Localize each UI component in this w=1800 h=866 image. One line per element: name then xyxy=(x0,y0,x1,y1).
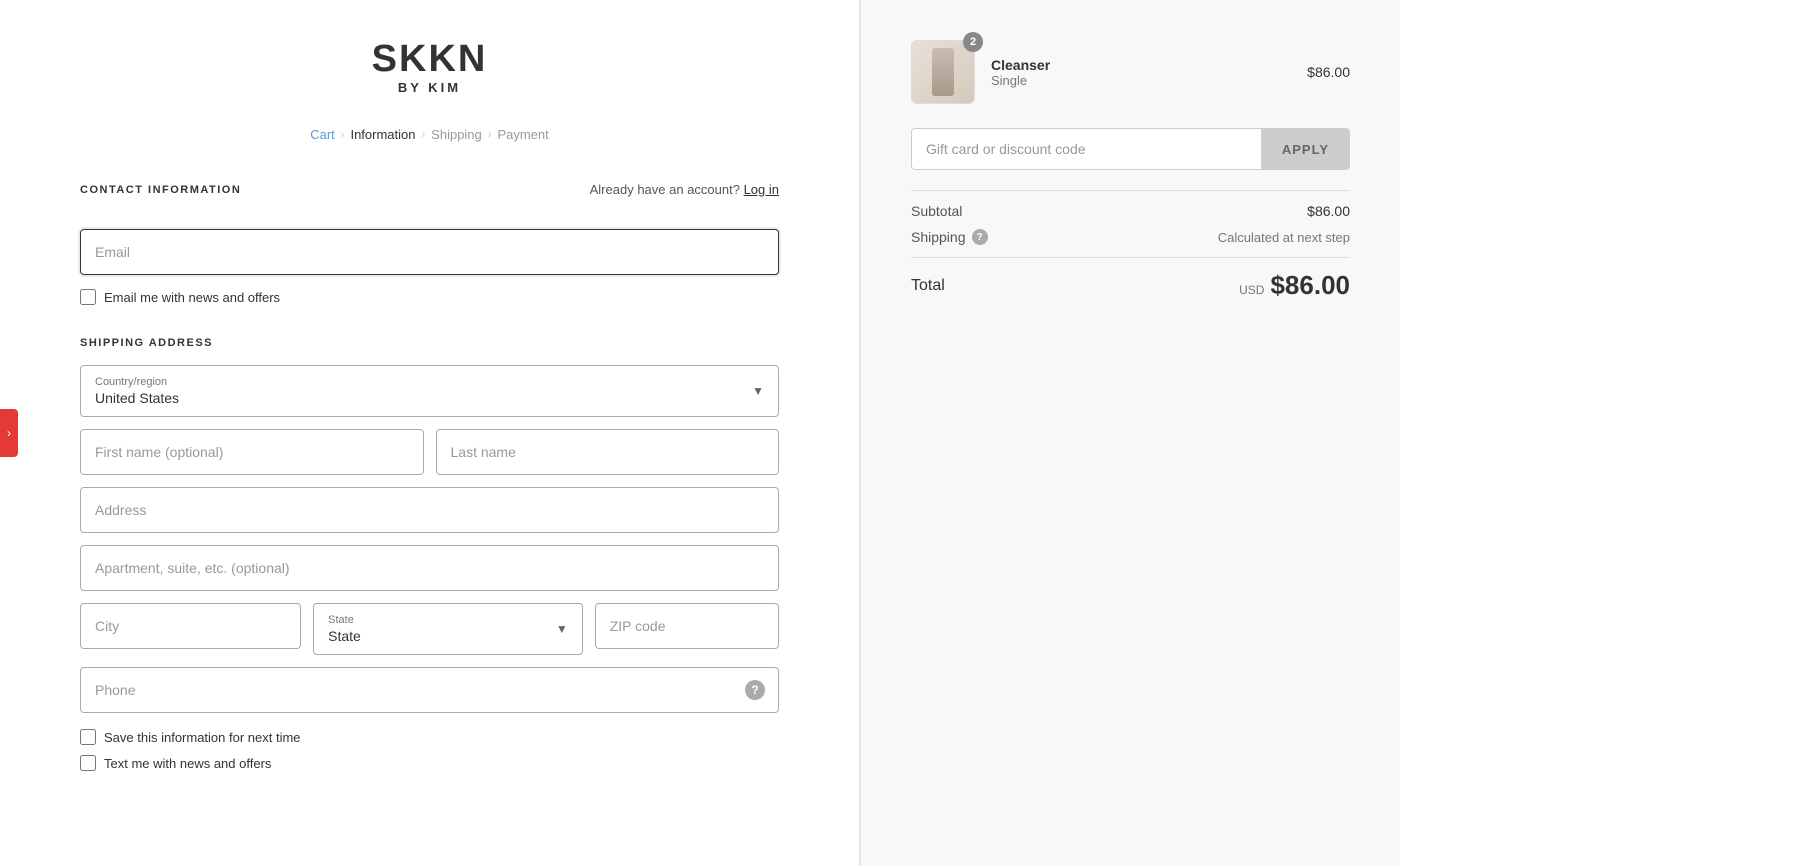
total-value-wrap: USD $86.00 xyxy=(1239,270,1350,301)
zip-input[interactable] xyxy=(595,603,779,649)
save-info-row: Save this information for next time xyxy=(80,729,779,745)
state-value: State xyxy=(328,628,361,644)
shipping-address-section: SHIPPING ADDRESS Country/region United S… xyxy=(80,337,779,771)
phone-input[interactable] xyxy=(80,667,779,713)
email-field-wrap xyxy=(80,229,779,275)
shipping-title: SHIPPING ADDRESS xyxy=(80,337,779,349)
logo-sub: BY KIM xyxy=(80,80,779,95)
breadcrumb-payment[interactable]: Payment xyxy=(497,127,548,142)
shipping-calc-value: Calculated at next step xyxy=(1218,230,1350,245)
save-info-label[interactable]: Save this information for next time xyxy=(104,730,301,745)
product-badge: 2 xyxy=(963,32,983,52)
login-link[interactable]: Log in xyxy=(744,182,779,197)
apartment-input[interactable] xyxy=(80,545,779,591)
right-panel: 2 Cleanser Single $86.00 APPLY Subtotal … xyxy=(860,0,1400,866)
product-name: Cleanser xyxy=(991,57,1291,73)
total-row: Total USD $86.00 xyxy=(911,270,1350,301)
already-account-text: Already have an account? Log in xyxy=(590,182,779,197)
sep1: › xyxy=(341,129,345,141)
email-input[interactable] xyxy=(80,229,779,275)
zip-wrap xyxy=(595,603,779,655)
country-chevron-icon: ▼ xyxy=(752,384,764,398)
product-price: $86.00 xyxy=(1307,64,1350,80)
city-state-zip-row: State State ▼ xyxy=(80,603,779,655)
discount-input[interactable] xyxy=(911,128,1261,170)
subtotal-row: Subtotal $86.00 xyxy=(911,203,1350,219)
state-label: State xyxy=(328,614,568,626)
side-tab[interactable]: › xyxy=(0,409,18,457)
logo: SKKN BY KIM xyxy=(80,40,779,95)
email-news-row: Email me with news and offers xyxy=(80,289,779,305)
city-wrap xyxy=(80,603,301,655)
product-info: Cleanser Single xyxy=(991,57,1291,88)
order-item: 2 Cleanser Single $86.00 xyxy=(911,40,1350,104)
city-input[interactable] xyxy=(80,603,301,649)
last-name-input[interactable] xyxy=(436,429,780,475)
text-news-row: Text me with news and offers xyxy=(80,755,779,771)
product-variant: Single xyxy=(991,73,1291,88)
login-prompt: Already have an account? Log in xyxy=(590,182,779,197)
logo-main: SKKN xyxy=(80,40,779,78)
apartment-wrap xyxy=(80,545,779,591)
first-name-input[interactable] xyxy=(80,429,424,475)
total-currency: USD xyxy=(1239,283,1264,297)
name-row xyxy=(80,429,779,475)
shipping-help-icon[interactable]: ? xyxy=(972,229,988,245)
sep3: › xyxy=(488,129,492,141)
email-news-checkbox[interactable] xyxy=(80,289,96,305)
breadcrumb-shipping[interactable]: Shipping xyxy=(431,127,482,142)
address-wrap xyxy=(80,487,779,533)
total-divider xyxy=(911,257,1350,258)
address-input[interactable] xyxy=(80,487,779,533)
subtotal-value: $86.00 xyxy=(1307,203,1350,219)
contact-title: CONTACT INFORMATION xyxy=(80,184,241,196)
product-image-inner xyxy=(932,48,954,96)
state-chevron-icon: ▼ xyxy=(556,622,568,636)
text-news-label[interactable]: Text me with news and offers xyxy=(104,756,271,771)
subtotal-label: Subtotal xyxy=(911,203,962,219)
breadcrumb-information[interactable]: Information xyxy=(350,127,415,142)
side-tab-arrow-icon: › xyxy=(7,426,11,440)
save-info-checkbox[interactable] xyxy=(80,729,96,745)
country-label: Country/region xyxy=(95,376,764,388)
left-panel: SKKN BY KIM Cart › Information › Shippin… xyxy=(0,0,860,866)
breadcrumb: Cart › Information › Shipping › Payment xyxy=(80,127,779,142)
apply-button[interactable]: APPLY xyxy=(1261,128,1350,170)
product-image xyxy=(911,40,975,104)
sep2: › xyxy=(422,129,426,141)
country-select[interactable]: Country/region United States ▼ xyxy=(80,365,779,417)
phone-wrap: ? xyxy=(80,667,779,713)
country-value: United States xyxy=(95,390,179,406)
contact-header: CONTACT INFORMATION Already have an acco… xyxy=(80,182,779,213)
total-amount: $86.00 xyxy=(1270,270,1350,301)
breadcrumb-cart[interactable]: Cart xyxy=(310,127,335,142)
state-select[interactable]: State State ▼ xyxy=(313,603,583,655)
phone-help-icon[interactable]: ? xyxy=(745,680,765,700)
summary-divider-1 xyxy=(911,190,1350,191)
product-image-wrap: 2 xyxy=(911,40,975,104)
text-news-checkbox[interactable] xyxy=(80,755,96,771)
discount-row: APPLY xyxy=(911,128,1350,170)
total-label: Total xyxy=(911,277,945,295)
shipping-row: Shipping ? Calculated at next step xyxy=(911,229,1350,245)
shipping-label: Shipping ? xyxy=(911,229,988,245)
email-news-label[interactable]: Email me with news and offers xyxy=(104,290,280,305)
